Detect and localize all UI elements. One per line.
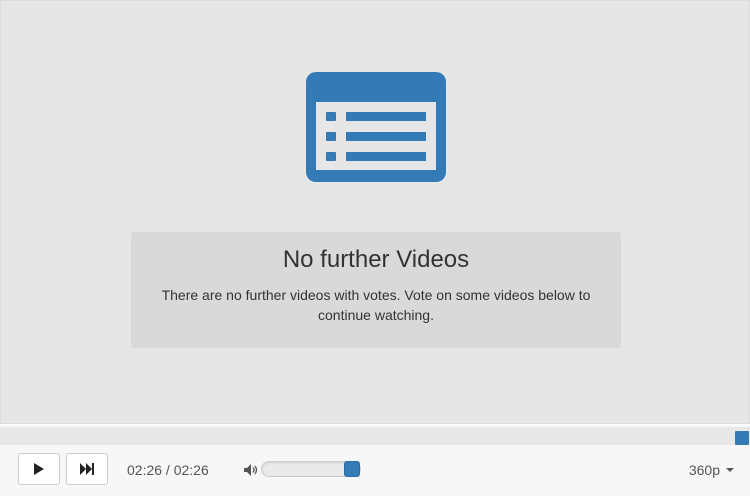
quality-label: 360p [688, 462, 720, 478]
total-time: 02:26 [173, 462, 209, 478]
volume-handle[interactable] [344, 461, 360, 477]
time-separator: / [162, 462, 174, 478]
play-button[interactable] [18, 453, 60, 485]
chevron-down-icon [726, 468, 734, 472]
volume-slider[interactable] [261, 461, 361, 477]
video-list-icon [306, 72, 446, 182]
volume-icon[interactable] [243, 463, 259, 477]
message-body: There are no further videos with votes. … [161, 287, 591, 323]
current-time: 02:26 [127, 462, 163, 478]
player-controlbar: 02:26 / 02:26 360p [0, 424, 750, 496]
quality-selector[interactable]: 360p [689, 461, 734, 479]
progress-handle[interactable] [735, 431, 749, 445]
video-stage: No further Videos There are no further v… [0, 0, 750, 424]
skip-next-icon [80, 463, 94, 475]
next-video-button[interactable] [66, 453, 108, 485]
message-title: No further Videos [282, 246, 470, 273]
play-icon [34, 463, 44, 475]
no-videos-message: No further Videos There are no further v… [131, 232, 621, 348]
time-display: 02:26 / 02:26 [127, 461, 209, 479]
progress-fill [0, 427, 750, 445]
progress-bar[interactable] [0, 427, 750, 445]
